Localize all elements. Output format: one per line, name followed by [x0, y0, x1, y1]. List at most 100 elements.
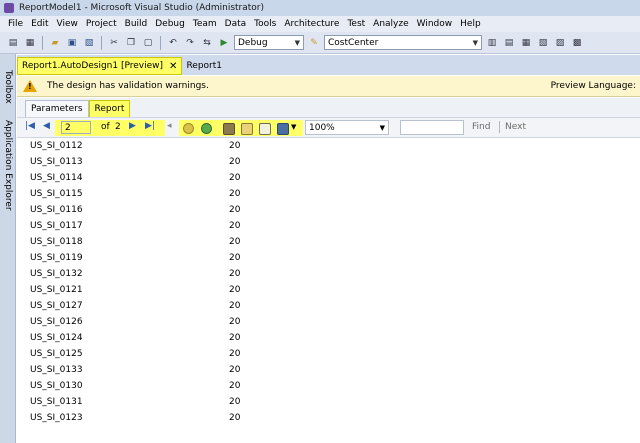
- chevron-down-icon: ▼: [379, 123, 385, 132]
- menu-window[interactable]: Window: [413, 19, 457, 29]
- row-name: US_SI_0119: [30, 253, 83, 263]
- new-project-icon[interactable]: ▤: [6, 36, 20, 50]
- visual-studio-icon: [4, 3, 14, 13]
- paste-icon[interactable]: ▢: [141, 36, 155, 50]
- class-view-icon[interactable]: ▨: [553, 36, 567, 50]
- divider: [499, 121, 500, 133]
- object-browser-icon[interactable]: ▦: [519, 36, 533, 50]
- stop-rendering-icon[interactable]: [183, 123, 194, 134]
- menu-edit[interactable]: Edit: [27, 19, 52, 29]
- table-row: US_SI_0116 20: [17, 202, 640, 218]
- menu-bar: File Edit View Project Build Debug Team …: [0, 16, 640, 32]
- table-row: US_SI_0130 20: [17, 378, 640, 394]
- title-bar: ReportModel1 - Microsoft Visual Studio (…: [0, 0, 640, 16]
- tab-report[interactable]: Report: [88, 100, 131, 117]
- row-value: 20: [229, 237, 241, 247]
- menu-test[interactable]: Test: [343, 19, 369, 29]
- table-row: US_SI_0114 20: [17, 170, 640, 186]
- row-value: 20: [229, 173, 241, 183]
- print-layout-icon[interactable]: [241, 123, 253, 135]
- menu-build[interactable]: Build: [121, 19, 152, 29]
- open-folder-icon[interactable]: ▰: [48, 36, 62, 50]
- refresh-icon[interactable]: [201, 123, 212, 134]
- row-name: US_SI_0118: [30, 237, 83, 247]
- menu-debug[interactable]: Debug: [151, 19, 189, 29]
- close-icon[interactable]: ✕: [169, 61, 177, 72]
- last-page-icon[interactable]: ▶|: [145, 121, 155, 131]
- solution-explorer-icon[interactable]: ▥: [485, 36, 499, 50]
- tab-parameters[interactable]: Parameters: [25, 100, 89, 117]
- menu-team[interactable]: Team: [189, 19, 221, 29]
- row-name: US_SI_0132: [30, 269, 83, 279]
- find-in-files-icon[interactable]: ✎: [307, 36, 321, 50]
- navigate-icon[interactable]: ⇆: [200, 36, 214, 50]
- toolbox-icon[interactable]: ▧: [536, 36, 550, 50]
- save-icon[interactable]: ▣: [65, 36, 79, 50]
- tab-report1-preview[interactable]: Report1.AutoDesign1 [Preview] ✕: [17, 57, 183, 75]
- table-row: US_SI_0113 20: [17, 154, 640, 170]
- solution-configuration-combo[interactable]: Debug ▼: [234, 35, 304, 50]
- table-row: US_SI_0132 20: [17, 266, 640, 282]
- row-value: 20: [229, 253, 241, 263]
- standard-toolbar: ▤ ▦ ▰ ▣ ▧ ✂ ❐ ▢ ↶ ↷ ⇆ ▶ Debug ▼ ✎ CostCe…: [0, 32, 640, 54]
- report-content: US_SI_0112 20 US_SI_0113 20 US_SI_0114 20 U…: [17, 138, 640, 443]
- back-to-parent-icon[interactable]: ◂: [167, 121, 172, 131]
- copy-icon[interactable]: ❐: [124, 36, 138, 50]
- report-viewer-toolbar: |◀ ◀ 2 of 2 ▶ ▶| ◂ ▼ 100% ▼ Find Next: [17, 117, 640, 138]
- row-value: 20: [229, 333, 241, 343]
- add-item-icon[interactable]: ▦: [23, 36, 37, 50]
- menu-help[interactable]: Help: [456, 19, 485, 29]
- row-name: US_SI_0125: [30, 349, 83, 359]
- cut-icon[interactable]: ✂: [107, 36, 121, 50]
- row-name: US_SI_0127: [30, 301, 83, 311]
- menu-tools[interactable]: Tools: [250, 19, 280, 29]
- preview-subtabs: Parameters Report: [17, 98, 640, 117]
- startup-item-value: CostCenter: [328, 37, 379, 48]
- startup-item-combo[interactable]: CostCenter ▼: [324, 35, 482, 50]
- first-page-icon[interactable]: |◀: [25, 121, 35, 131]
- table-row: US_SI_0112 20: [17, 138, 640, 154]
- zoom-select[interactable]: 100% ▼: [305, 120, 389, 135]
- output-icon[interactable]: ▩: [570, 36, 584, 50]
- tab-report1[interactable]: Report1: [182, 57, 226, 75]
- preview-language-label[interactable]: Preview Language:: [551, 81, 636, 91]
- page-setup-icon[interactable]: [259, 123, 271, 135]
- chevron-down-icon: ▼: [294, 38, 300, 47]
- table-row: US_SI_0126 20: [17, 314, 640, 330]
- print-icon[interactable]: [223, 123, 235, 135]
- current-page-input[interactable]: 2: [61, 121, 91, 134]
- menu-data[interactable]: Data: [221, 19, 251, 29]
- menu-analyze[interactable]: Analyze: [369, 19, 412, 29]
- row-name: US_SI_0123: [30, 413, 83, 423]
- toolbox-tab[interactable]: Toolbox: [1, 70, 15, 104]
- table-row: US_SI_0125 20: [17, 346, 640, 362]
- find-link[interactable]: Find: [472, 122, 490, 132]
- previous-page-icon[interactable]: ◀: [43, 121, 50, 131]
- menu-view[interactable]: View: [53, 19, 82, 29]
- menu-project[interactable]: Project: [82, 19, 121, 29]
- chevron-down-icon: ▼: [472, 38, 478, 47]
- application-explorer-tab[interactable]: Application Explorer: [1, 120, 15, 211]
- menu-architecture[interactable]: Architecture: [280, 19, 343, 29]
- row-value: 20: [229, 205, 241, 215]
- export-icon[interactable]: [277, 123, 289, 135]
- row-name: US_SI_0116: [30, 205, 83, 215]
- next-page-icon[interactable]: ▶: [129, 121, 136, 131]
- properties-icon[interactable]: ▤: [502, 36, 516, 50]
- undo-icon[interactable]: ↶: [166, 36, 180, 50]
- warning-message: The design has validation warnings.: [47, 81, 209, 91]
- table-row: US_SI_0121 20: [17, 282, 640, 298]
- tab-label: Report1: [186, 61, 222, 71]
- redo-icon[interactable]: ↷: [183, 36, 197, 50]
- row-name: US_SI_0113: [30, 157, 83, 167]
- find-next-link[interactable]: Next: [505, 122, 526, 132]
- chevron-down-icon[interactable]: ▼: [291, 123, 296, 131]
- find-text-input[interactable]: [400, 120, 464, 135]
- save-all-icon[interactable]: ▧: [82, 36, 96, 50]
- row-name: US_SI_0131: [30, 397, 83, 407]
- start-debugging-icon[interactable]: ▶: [217, 36, 231, 50]
- menu-file[interactable]: File: [4, 19, 27, 29]
- row-value: 20: [229, 349, 241, 359]
- toolbar-separator: [101, 35, 102, 50]
- page-of-label: of: [101, 122, 110, 132]
